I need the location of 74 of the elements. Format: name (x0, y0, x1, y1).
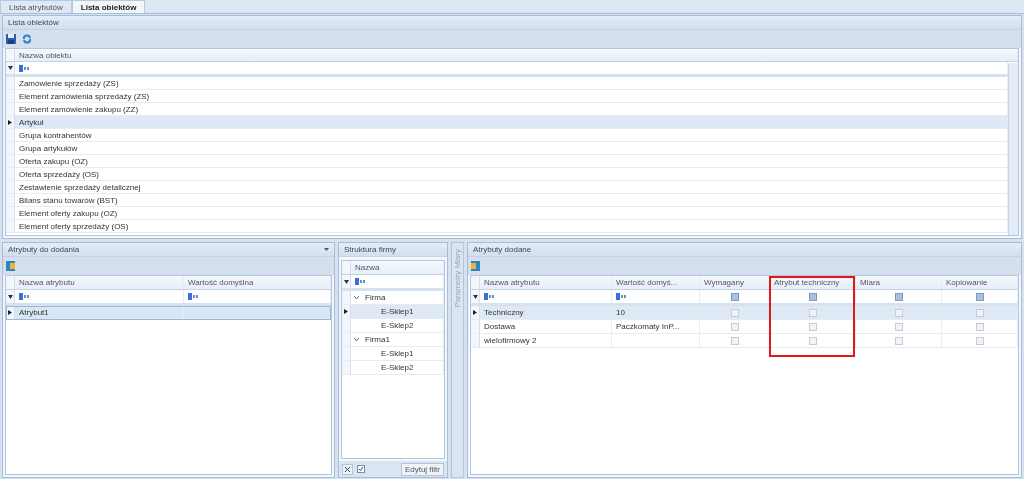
filter-checkbox[interactable] (975, 292, 984, 301)
column-header[interactable]: Miara (856, 276, 942, 289)
collapse-icon[interactable] (353, 296, 359, 299)
text-filter-icon (19, 64, 30, 72)
column-header[interactable]: Wartość domyślna (184, 276, 331, 289)
refresh-icon[interactable] (22, 34, 32, 44)
edit-filter-button[interactable]: Edytuj filtr (400, 462, 444, 476)
tree-node[interactable]: E-Sklep2 (377, 319, 444, 332)
panel-title: Atrybuty dodane (473, 245, 532, 254)
checkbox[interactable] (894, 336, 903, 345)
row-indicator-icon (8, 119, 12, 125)
table-cell[interactable]: Dostawa (480, 320, 612, 333)
save-icon[interactable] (6, 34, 16, 44)
text-filter-icon (484, 293, 495, 300)
column-header[interactable]: Wymagany (700, 276, 770, 289)
tab[interactable]: Lista atrybutów (0, 0, 72, 13)
row-selector[interactable] (6, 306, 15, 319)
close-icon (345, 466, 350, 472)
checkbox[interactable] (730, 322, 739, 331)
add-attribute-icon[interactable] (6, 261, 15, 271)
column-header[interactable]: Nazwa atrybutu (15, 276, 184, 289)
close-filter-button[interactable] (342, 463, 353, 475)
checkbox[interactable] (730, 308, 739, 317)
tree-node[interactable]: Firma (361, 291, 444, 304)
checkbox[interactable] (808, 308, 817, 317)
column-header[interactable]: Wartość domyś... (612, 276, 700, 289)
filter-row-icon (472, 294, 478, 299)
row-selector[interactable] (471, 306, 480, 319)
checkbox[interactable] (808, 322, 817, 331)
column-header[interactable]: Atrybut techniczny (770, 276, 856, 289)
table-cell[interactable]: wielofirmowy 2 (480, 334, 612, 347)
row-indicator-icon (8, 310, 12, 315)
checkbox[interactable] (357, 465, 365, 473)
filter-checkbox[interactable] (894, 292, 903, 301)
checkbox[interactable] (894, 322, 903, 331)
row-indicator-icon (344, 309, 348, 314)
row-selector[interactable] (6, 116, 15, 128)
panel-title: Lista obiektów (8, 18, 59, 27)
checkbox[interactable] (975, 336, 984, 345)
row-selector[interactable] (342, 305, 351, 318)
filter-row-icon (7, 294, 13, 299)
table-cell[interactable]: Techniczny (480, 306, 612, 319)
checkbox[interactable] (894, 308, 903, 317)
column-header[interactable]: Nazwa atrybutu (480, 276, 612, 289)
row-selector[interactable] (342, 275, 351, 288)
tree-node[interactable]: E-Sklep1 (377, 347, 444, 360)
checkbox[interactable] (975, 322, 984, 331)
table-cell[interactable]: 10 (616, 308, 625, 317)
panel-title: Atrybuty do dodania (8, 245, 80, 254)
text-filter-icon (188, 293, 199, 300)
tab[interactable]: Lista obiektów (71, 0, 146, 13)
row-indicator-icon (473, 310, 477, 315)
filter-checkbox[interactable] (808, 292, 817, 301)
row-selector[interactable] (6, 290, 15, 303)
checkbox[interactable] (975, 308, 984, 317)
panel-title: Struktura firmy (344, 245, 396, 254)
text-filter-icon (616, 293, 627, 300)
table-cell[interactable]: Paczkomaty InP... (616, 322, 680, 331)
tree-node[interactable]: E-Sklep2 (377, 361, 444, 374)
column-header[interactable]: Kopiowanie (942, 276, 1018, 289)
checkbox[interactable] (730, 336, 739, 345)
collapse-icon[interactable] (353, 338, 359, 341)
checkbox[interactable] (808, 336, 817, 345)
text-filter-icon (355, 278, 366, 285)
row-selector[interactable] (6, 62, 15, 74)
filter-row-icon (7, 66, 13, 70)
filter-checkbox[interactable] (730, 292, 739, 301)
tree-node[interactable]: Firma1 (361, 333, 444, 346)
remove-attribute-icon[interactable] (471, 261, 480, 271)
row-selector[interactable] (471, 290, 480, 303)
scrollbar[interactable] (1008, 63, 1018, 235)
filter-row-icon (343, 279, 349, 284)
text-filter-icon (19, 293, 30, 300)
caret-icon[interactable] (324, 248, 329, 251)
